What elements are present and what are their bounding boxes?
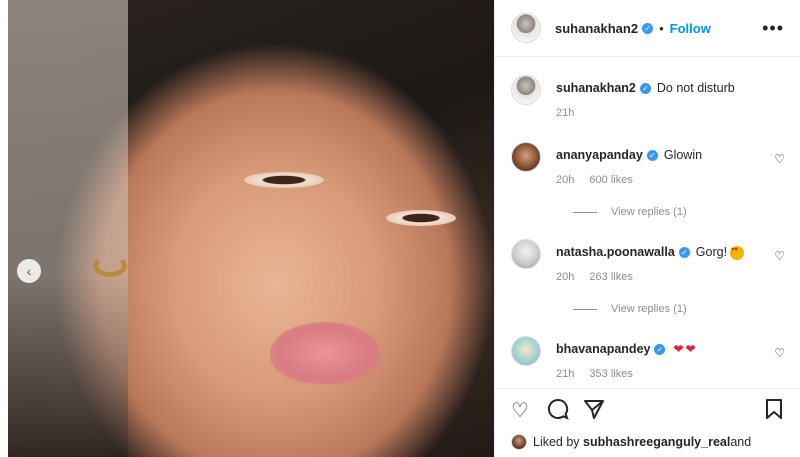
verified-badge-icon: ✓ [642, 22, 654, 34]
avatar[interactable] [511, 13, 541, 43]
avatar[interactable] [511, 142, 541, 172]
view-replies-label: View replies (1) [611, 303, 687, 315]
share-icon[interactable] [583, 398, 605, 426]
view-replies-button[interactable]: View replies (1) [573, 303, 687, 315]
avatar[interactable] [511, 75, 541, 105]
comment-likes[interactable]: 263 likes [589, 271, 632, 283]
photo-eye-left [244, 172, 324, 188]
likes-suffix: and [730, 435, 752, 449]
red-heart-emoji-icon: ❤ [673, 342, 684, 356]
post-photo [8, 0, 494, 457]
comment-username[interactable]: natasha.poonawalla [556, 245, 675, 259]
comment-text: Glowin [663, 148, 703, 162]
post-header: suhanakhan2 ✓ • Follow ••• [495, 0, 800, 57]
avatar[interactable] [511, 336, 541, 366]
follow-button[interactable]: Follow [670, 21, 711, 36]
author-username[interactable]: suhanakhan2 [555, 21, 638, 36]
likes-summary: Liked by subhashreeganguly_real and [511, 434, 751, 450]
comment-time: 20h [556, 174, 575, 186]
comment-icon[interactable] [547, 398, 569, 426]
divider [573, 211, 597, 213]
more-options-icon[interactable]: ••• [762, 18, 784, 39]
heart-eyes-emoji-icon [730, 245, 745, 260]
comment-like-heart-icon[interactable]: ♡ [774, 249, 785, 263]
photo-lips [270, 322, 380, 384]
verified-badge-icon: ✓ [646, 150, 658, 162]
caption-text: Do not disturb [656, 81, 735, 95]
chevron-left-icon: ‹ [26, 263, 32, 279]
bookmark-icon[interactable] [765, 398, 783, 426]
comment-username[interactable]: bhavanapandey [556, 342, 650, 356]
likes-username[interactable]: subhashreeganguly_real [583, 435, 730, 449]
comment-time: 21h [556, 368, 575, 380]
verified-badge-icon: ✓ [654, 344, 666, 356]
verified-badge-icon: ✓ [639, 83, 651, 95]
view-replies-button[interactable]: View replies (1) [573, 206, 687, 218]
heart-icon[interactable]: ♡ [511, 398, 529, 423]
caption-time: 21h [556, 107, 575, 119]
caption-username[interactable]: suhanakhan2 [556, 81, 636, 95]
photo-earring [93, 255, 127, 277]
divider [573, 308, 597, 310]
post-action-bar: ♡ [495, 388, 800, 428]
comment-likes[interactable]: 353 likes [589, 368, 632, 380]
comment-like-heart-icon[interactable]: ♡ [774, 346, 785, 360]
verified-badge-icon: ✓ [678, 247, 690, 259]
comment-like-heart-icon[interactable]: ♡ [774, 152, 785, 166]
separator-dot: • [659, 20, 664, 36]
comment-time: 20h [556, 271, 575, 283]
comment-text: Gorg! [695, 245, 728, 259]
avatar[interactable] [511, 434, 527, 450]
comments-list: suhanakhan2 ✓ Do not disturb 21h ananyapan… [495, 58, 800, 388]
photo-eye-right [386, 210, 456, 226]
likes-prefix: Liked by [533, 435, 580, 449]
view-replies-label: View replies (1) [611, 206, 687, 218]
red-heart-emoji-icon: ❤ [685, 342, 696, 356]
comment-likes[interactable]: 600 likes [589, 174, 632, 186]
carousel-prev-button[interactable]: ‹ [17, 259, 41, 283]
post-side-panel: suhanakhan2 ✓ • Follow ••• suhanakhan2 ✓ D… [494, 0, 800, 457]
avatar[interactable] [511, 239, 541, 269]
comment-username[interactable]: ananyapanday [556, 148, 643, 162]
